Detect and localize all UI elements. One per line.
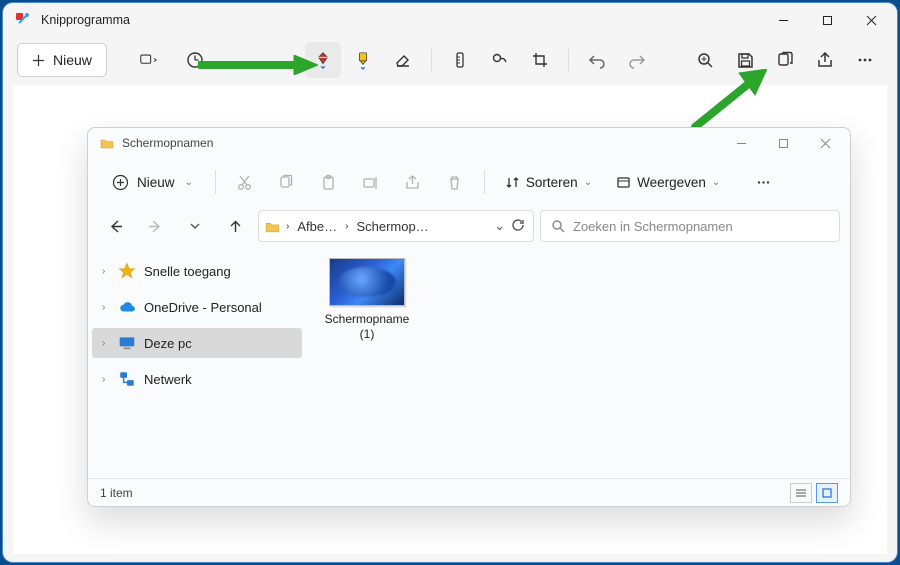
file-item[interactable]: Schermopname (1) (324, 258, 410, 342)
view-button[interactable]: Weergeven ⌄ (606, 165, 730, 199)
nav-item-this-pc[interactable]: › Deze pc (92, 328, 302, 358)
titlebar: Knipprogramma (3, 3, 897, 37)
file-pane[interactable]: Schermopname (1) (306, 246, 850, 478)
file-name: Schermopname (1) (324, 312, 410, 342)
ruler-button[interactable] (442, 42, 478, 78)
status-text: 1 item (100, 486, 133, 500)
app-icon (15, 12, 31, 28)
explorer-more-button[interactable] (744, 163, 782, 201)
redo-button[interactable] (619, 42, 655, 78)
chevron-right-icon: › (102, 338, 112, 349)
chevron-down-icon: ⌄ (712, 177, 720, 188)
star-icon (118, 262, 136, 280)
refresh-button[interactable] (511, 218, 525, 235)
annotation-arrow-2 (689, 69, 767, 133)
minimize-button[interactable] (761, 3, 805, 37)
chevron-right-icon: › (102, 302, 112, 313)
new-button-label: Nieuw (53, 52, 92, 68)
navigation-pane: › Snelle toegang › OneDrive - Personal ›… (88, 246, 306, 478)
undo-button[interactable] (579, 42, 615, 78)
breadcrumb-segment[interactable]: Afbe… (297, 219, 337, 234)
annotation-arrow-1 (198, 55, 318, 75)
nav-item-onedrive[interactable]: › OneDrive - Personal (92, 292, 302, 322)
icons-view-button[interactable] (816, 483, 838, 503)
explorer-new-button[interactable]: Nieuw ⌄ (100, 165, 205, 199)
crop-button[interactable] (522, 42, 558, 78)
folder-icon (265, 219, 280, 234)
recent-locations-button[interactable] (178, 209, 212, 243)
sort-label: Sorteren (526, 175, 578, 190)
file-thumbnail (329, 258, 405, 306)
cut-button[interactable] (226, 163, 264, 201)
sort-button[interactable]: Sorteren ⌄ (495, 165, 602, 199)
rename-button[interactable] (352, 163, 390, 201)
nav-label: Snelle toegang (144, 264, 231, 279)
chevron-down-icon: ⌄ (584, 177, 592, 188)
nav-label: OneDrive - Personal (144, 300, 262, 315)
nav-item-network[interactable]: › Netwerk (92, 364, 302, 394)
chevron-right-icon: › (102, 266, 112, 277)
new-button[interactable]: Nieuw (17, 43, 107, 77)
highlighter-tool-button[interactable] (345, 42, 381, 78)
copy-button[interactable] (767, 42, 803, 78)
explorer-title: Schermopnamen (122, 136, 213, 150)
nav-item-quick-access[interactable]: › Snelle toegang (92, 256, 302, 286)
monitor-icon (118, 334, 136, 352)
maximize-button[interactable] (805, 3, 849, 37)
back-button[interactable] (98, 209, 132, 243)
nav-label: Netwerk (144, 372, 192, 387)
explorer-copy-button[interactable] (268, 163, 306, 201)
explorer-close-button[interactable] (804, 128, 846, 158)
chevron-down-icon: ⌄ (185, 177, 193, 188)
search-input[interactable]: Zoeken in Schermopnamen (540, 210, 840, 242)
network-icon (118, 370, 136, 388)
explorer-maximize-button[interactable] (762, 128, 804, 158)
chevron-right-icon: › (102, 374, 112, 385)
delete-button[interactable] (436, 163, 474, 201)
view-label: Weergeven (637, 175, 706, 190)
explorer-new-label: Nieuw (137, 175, 175, 190)
nav-label: Deze pc (144, 336, 192, 351)
address-bar[interactable]: › Afbe… › Schermop… ⌄ (258, 210, 534, 242)
address-dropdown-icon[interactable]: ⌄ (494, 218, 505, 234)
window-title: Knipprogramma (41, 13, 130, 27)
more-button[interactable] (847, 42, 883, 78)
touch-writing-button[interactable] (482, 42, 518, 78)
eraser-tool-button[interactable] (385, 42, 421, 78)
snip-mode-button[interactable] (125, 42, 173, 78)
explorer-window: Schermopnamen Nieuw ⌄ Sorteren (87, 127, 851, 507)
explorer-share-button[interactable] (394, 163, 432, 201)
explorer-titlebar: Schermopnamen (88, 128, 850, 158)
forward-button[interactable] (138, 209, 172, 243)
cloud-icon (118, 298, 136, 316)
close-button[interactable] (849, 3, 893, 37)
search-icon (551, 219, 565, 233)
paste-button[interactable] (310, 163, 348, 201)
share-button[interactable] (807, 42, 843, 78)
chevron-right-icon: › (345, 221, 348, 232)
explorer-command-bar: Nieuw ⌄ Sorteren ⌄ Weergeven ⌄ (88, 158, 850, 206)
explorer-status-bar: 1 item (88, 478, 850, 506)
up-button[interactable] (218, 209, 252, 243)
chevron-right-icon: › (286, 221, 289, 232)
breadcrumb-segment[interactable]: Schermop… (356, 219, 428, 234)
explorer-minimize-button[interactable] (720, 128, 762, 158)
folder-icon (100, 136, 114, 150)
details-view-button[interactable] (790, 483, 812, 503)
explorer-nav-row: › Afbe… › Schermop… ⌄ Zoeken in Schermop… (88, 206, 850, 246)
explorer-body: › Snelle toegang › OneDrive - Personal ›… (88, 246, 850, 478)
snipping-tool-window: Knipprogramma Nieuw (3, 3, 897, 562)
search-placeholder: Zoeken in Schermopnamen (573, 219, 733, 234)
